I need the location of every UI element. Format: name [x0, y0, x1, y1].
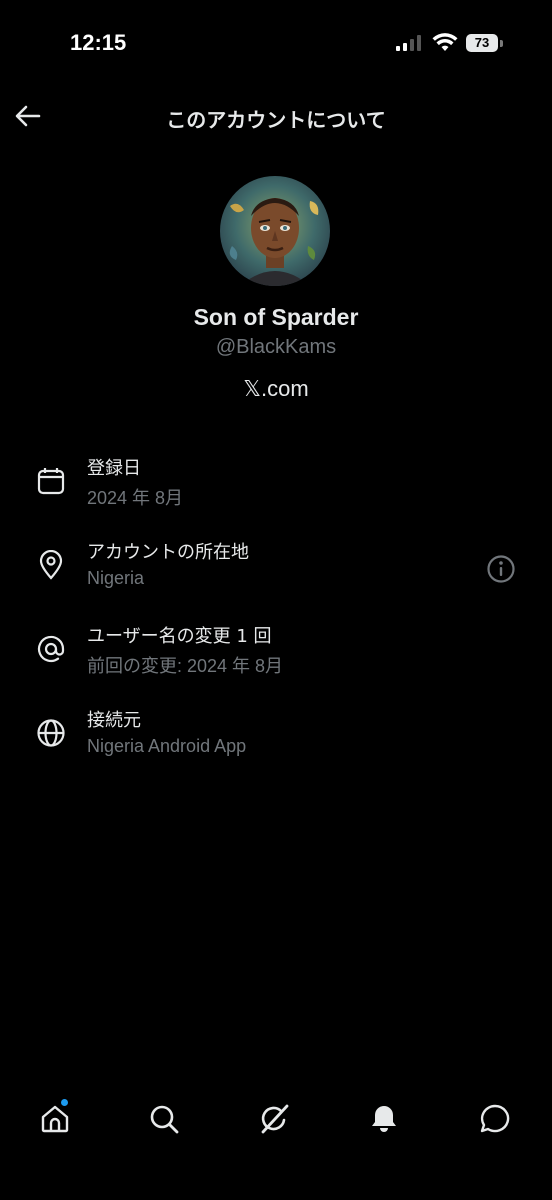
nav-grok[interactable]	[249, 1090, 299, 1148]
notifications-icon	[372, 1106, 396, 1132]
user-handle: @BlackKams	[215, 336, 337, 358]
at-sign-icon	[37, 635, 65, 663]
info-value: Nigeria	[87, 568, 145, 588]
battery-cap	[500, 40, 503, 47]
info-row-connected-via: 接続元 Nigeria Android App	[0, 706, 552, 776]
site-label: 𝕏.com	[243, 376, 309, 401]
nav-home[interactable]	[30, 1090, 80, 1148]
nav-search[interactable]	[139, 1090, 189, 1148]
status-time: 12:15	[70, 30, 127, 55]
location-pin-icon	[39, 550, 63, 580]
display-name: Son of Sparder	[193, 304, 359, 330]
new-activity-dot	[61, 1099, 68, 1106]
status-bar: 12:15 73	[0, 0, 552, 90]
info-label: 登録日	[87, 458, 141, 479]
messages-icon	[480, 1104, 510, 1133]
grok-icon	[261, 1104, 289, 1134]
info-row-username-changes: ユーザー名の変更 1 回 前回の変更: 2024 年 8月	[0, 622, 552, 692]
wifi-icon	[432, 33, 458, 51]
info-value: 前回の変更: 2024 年 8月	[87, 656, 284, 676]
info-value: 2024 年 8月	[87, 488, 184, 508]
nav-messages[interactable]	[470, 1090, 520, 1148]
avatar[interactable]	[220, 176, 330, 286]
home-icon	[41, 1105, 69, 1133]
info-circle-icon[interactable]	[486, 554, 516, 584]
nav-notifications[interactable]	[359, 1090, 409, 1148]
info-label: ユーザー名の変更 1 回	[87, 626, 272, 647]
bottom-nav	[0, 1090, 552, 1150]
battery-indicator: 73	[466, 34, 498, 52]
signal-icon	[396, 35, 421, 51]
avatar-image	[220, 176, 330, 286]
info-row-location: アカウントの所在地 Nigeria	[0, 538, 552, 608]
info-label: 接続元	[87, 710, 141, 731]
info-value: Nigeria Android App	[87, 736, 247, 756]
header: このアカウントについて	[0, 90, 552, 142]
info-row-joined: 登録日 2024 年 8月	[0, 454, 552, 524]
info-label: アカウントの所在地	[87, 542, 249, 563]
search-icon	[150, 1105, 179, 1134]
globe-icon	[37, 719, 65, 747]
page-title: このアカウントについて	[166, 108, 386, 132]
calendar-icon	[37, 468, 65, 495]
